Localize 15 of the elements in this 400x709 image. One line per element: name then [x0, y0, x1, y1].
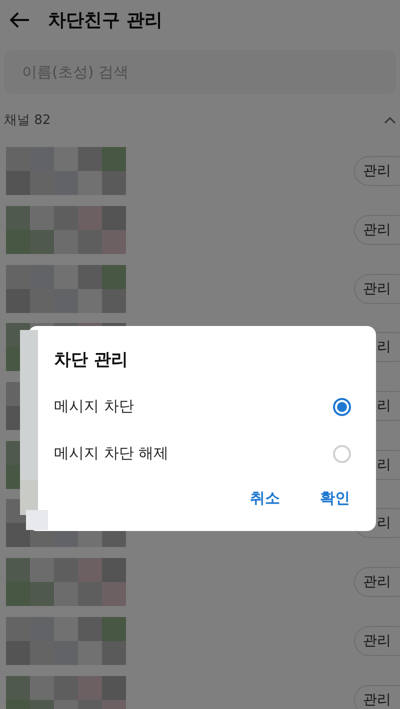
section-label: 채널 82 — [4, 112, 51, 129]
cancel-button[interactable]: 취소 — [250, 489, 280, 508]
option-label[interactable]: 메시지 차단 해제 — [54, 444, 169, 463]
manage-button[interactable]: 관리 — [354, 626, 400, 656]
radio-button[interactable] — [333, 398, 351, 416]
manage-button[interactable]: 관리 — [354, 274, 400, 304]
back-arrow-icon[interactable] — [10, 12, 30, 28]
chevron-up-icon[interactable] — [384, 116, 396, 124]
option-label[interactable]: 메시지 차단 — [54, 397, 134, 416]
manage-button[interactable]: 관리 — [354, 684, 400, 709]
manage-button[interactable]: 관리 — [354, 156, 400, 186]
confirm-button[interactable]: 확인 — [320, 489, 350, 508]
manage-button[interactable]: 관리 — [354, 567, 400, 598]
manage-button[interactable]: 관리 — [354, 215, 400, 246]
page-title: 차단친구 관리 — [48, 9, 162, 32]
